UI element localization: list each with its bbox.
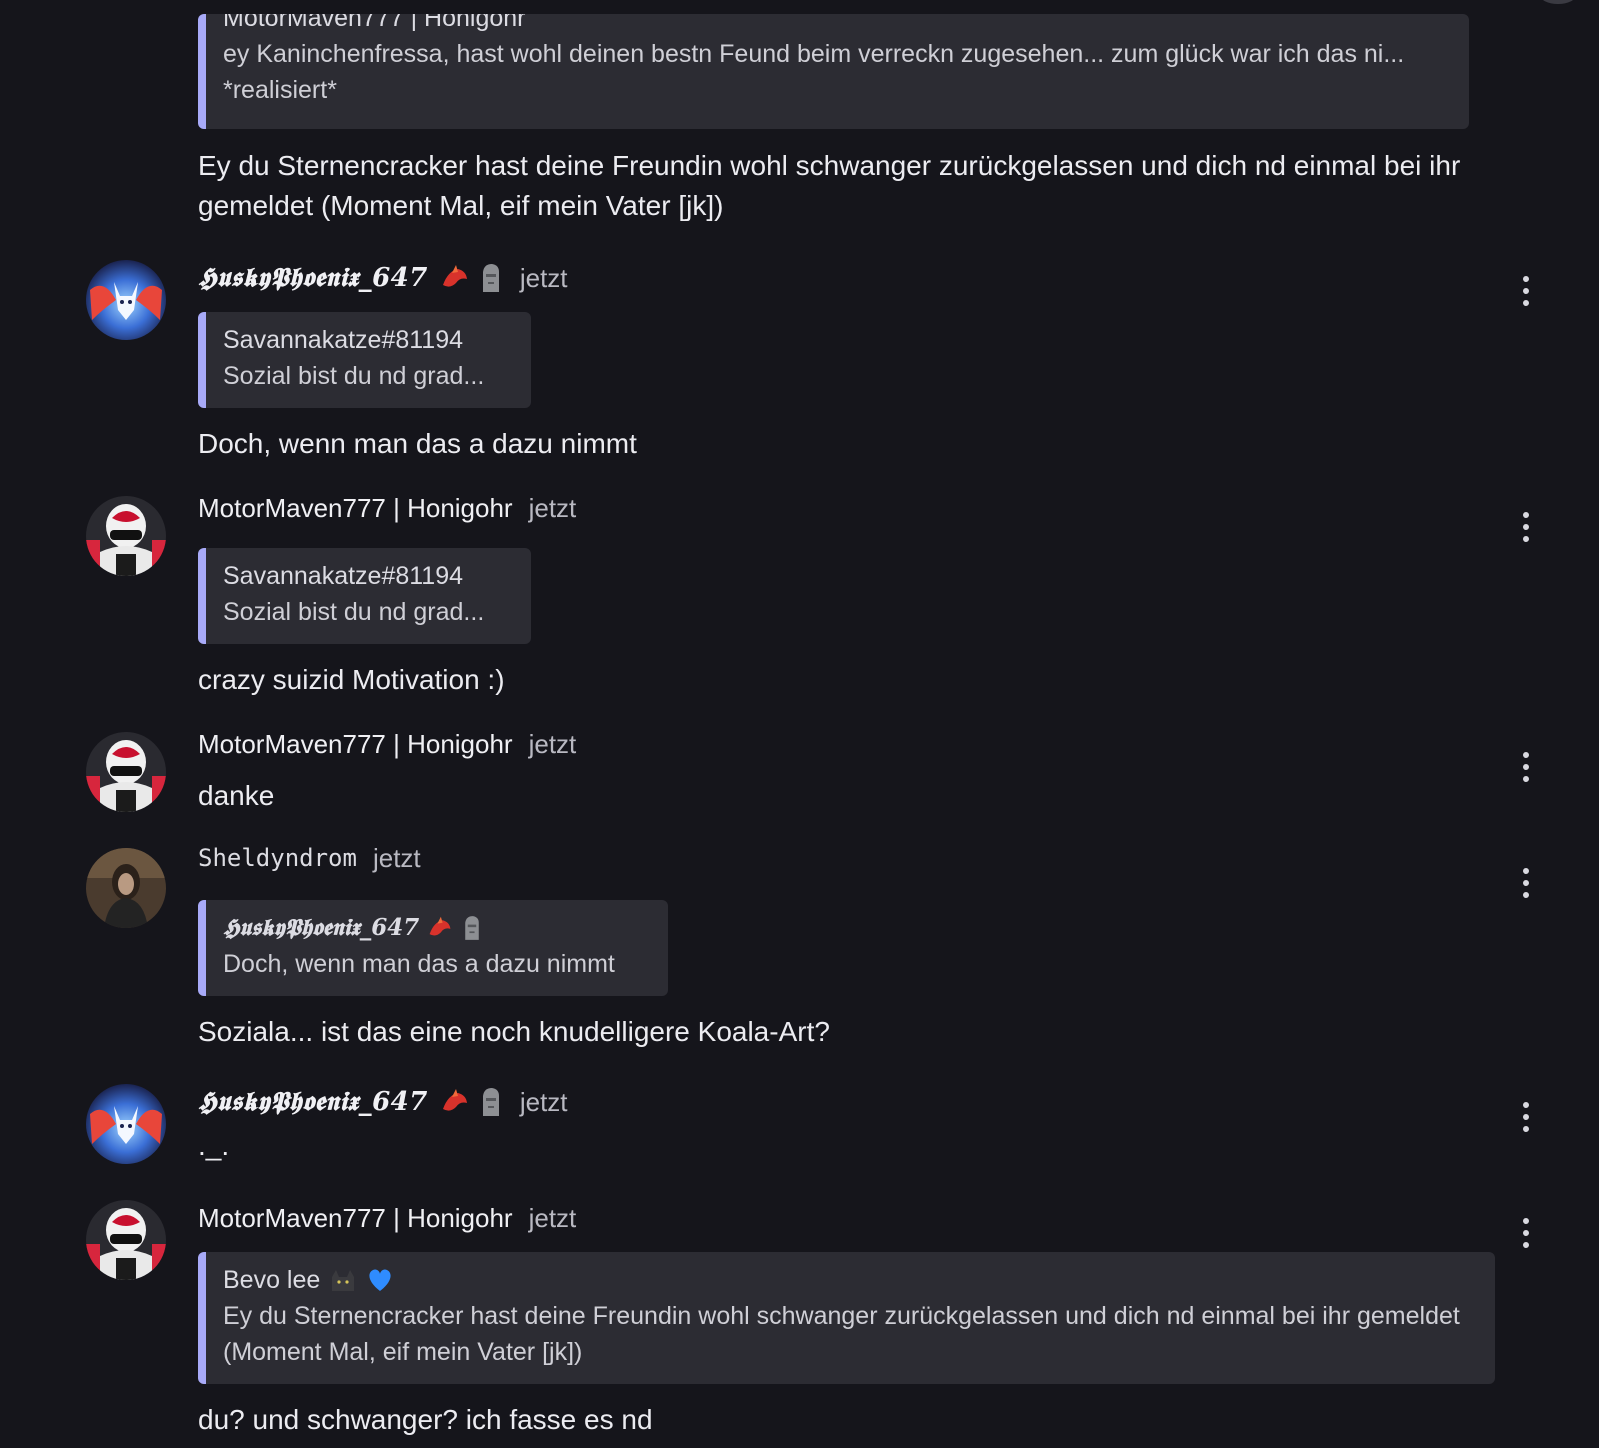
blue-heart-emoji-icon <box>369 1269 391 1291</box>
message-text: Soziala... ist das eine noch knudelliger… <box>198 1016 830 1047</box>
reply-quote[interactable]: 𝕳𝖚𝖘𝖐𝖞𝕻𝖍𝖔𝖊𝖓𝖎𝖝_647 Doch, wenn man das a da… <box>198 900 668 996</box>
message-header: MotorMaven777 | Honigohr jetzt <box>198 726 576 762</box>
quote-text: Sozial bist du nd grad... <box>223 362 485 390</box>
moai-emoji-icon <box>465 916 480 940</box>
moai-emoji-icon <box>482 264 499 292</box>
message-text: Ey du Sternencracker hast deine Freundin… <box>198 150 1461 221</box>
avatar[interactable] <box>86 848 166 928</box>
message-header: 𝕳𝖚𝖘𝖐𝖞𝕻𝖍𝖔𝖊𝖓𝖎𝖝_647 jetzt <box>198 260 568 296</box>
timestamp: jetzt <box>519 1086 568 1117</box>
author-name[interactable]: 𝕳𝖚𝖘𝖐𝖞𝕻𝖍𝖔𝖊𝖓𝖎𝖝_647 <box>198 263 428 294</box>
husky-phoenix-avatar-icon <box>86 1084 166 1164</box>
quote-author: Bevo lee <box>223 1262 1479 1298</box>
timestamp: jetzt <box>528 728 577 759</box>
quote-author-name: Bevo lee <box>223 1266 321 1294</box>
more-options-icon[interactable] <box>1516 1102 1536 1132</box>
author-name[interactable]: 𝕳𝖚𝖘𝖐𝖞𝕻𝖍𝖔𝖊𝖓𝖎𝖝_647 <box>198 1087 428 1118</box>
quote-author: 𝕳𝖚𝖘𝖐𝖞𝕻𝖍𝖔𝖊𝖓𝖎𝖝_647 <box>223 910 652 946</box>
timestamp: jetzt <box>528 492 577 523</box>
person-photo-avatar-icon <box>86 848 166 928</box>
author-badges <box>440 1086 504 1118</box>
reply-quote[interactable]: Bevo lee Ey du Sternencracker hast deine… <box>198 1252 1495 1384</box>
husky-phoenix-avatar-icon <box>86 260 166 340</box>
author-badges <box>440 262 504 294</box>
more-options-icon[interactable] <box>1516 1218 1536 1248</box>
message-header: Sheldyndrom jetzt <box>198 840 421 876</box>
quote-author: MotorMaven777 | Honigohr <box>223 14 526 32</box>
reply-quote[interactable]: Savannakatze#81194 Sozial bist du nd gra… <box>198 548 531 644</box>
author-name[interactable]: MotorMaven777 | Honigohr <box>198 1203 513 1234</box>
avatar[interactable] <box>86 732 166 812</box>
message-text: du? und schwanger? ich fasse es nd <box>198 1404 653 1435</box>
dragon-emoji-icon <box>442 265 467 287</box>
racing-helmet-avatar-icon <box>86 732 166 812</box>
message-text: Doch, wenn man das a dazu nimmt <box>198 428 637 459</box>
message-header: 𝕳𝖚𝖘𝖐𝖞𝕻𝖍𝖔𝖊𝖓𝖎𝖝_647 jetzt <box>198 1084 568 1120</box>
message-text: danke <box>198 780 275 811</box>
message-header: MotorMaven777 | Honigohr jetzt <box>198 490 576 526</box>
cat-emoji-icon <box>332 1270 355 1291</box>
quote-author: Savannakatze#81194 <box>223 562 464 590</box>
avatar[interactable] <box>86 1084 166 1164</box>
timestamp: jetzt <box>528 1202 577 1233</box>
more-options-icon[interactable] <box>1516 868 1536 898</box>
quote-text: ey Kaninchenfressa, hast wohl deinen bes… <box>223 40 1405 104</box>
reply-quote[interactable]: Savannakatze#81194 Sozial bist du nd gra… <box>198 312 531 408</box>
avatar[interactable] <box>86 496 166 576</box>
avatar[interactable] <box>86 1200 166 1280</box>
quote-text: Ey du Sternencracker hast deine Freundin… <box>223 1302 1460 1366</box>
message-text: ._. <box>198 1130 230 1161</box>
quote-author-name: 𝕳𝖚𝖘𝖐𝖞𝕻𝖍𝖔𝖊𝖓𝖎𝖝_647 <box>223 914 420 941</box>
more-options-icon[interactable] <box>1516 512 1536 542</box>
quote-text: Sozial bist du nd grad... <box>223 598 485 626</box>
moai-emoji-icon <box>482 1088 499 1116</box>
quote-text: Doch, wenn man das a dazu nimmt <box>223 950 615 978</box>
author-name[interactable]: MotorMaven777 | Honigohr <box>198 493 513 524</box>
scroll-indicator <box>1540 0 1576 4</box>
timestamp: jetzt <box>519 262 568 293</box>
racing-helmet-avatar-icon <box>86 496 166 576</box>
reply-quote[interactable]: MotorMaven777 | Honigohr ey Kaninchenfre… <box>198 14 1469 129</box>
dragon-emoji-icon <box>429 916 451 936</box>
message-text: crazy suizid Motivation :) <box>198 664 505 695</box>
avatar[interactable] <box>86 260 166 340</box>
more-options-icon[interactable] <box>1516 752 1536 782</box>
message-header: MotorMaven777 | Honigohr jetzt <box>198 1200 576 1236</box>
more-options-icon[interactable] <box>1516 276 1536 306</box>
author-name[interactable]: Sheldyndrom <box>198 844 357 872</box>
chat-thread: MotorMaven777 | Honigohr ey Kaninchenfre… <box>0 0 1599 1448</box>
timestamp: jetzt <box>372 842 421 873</box>
dragon-emoji-icon <box>442 1089 467 1111</box>
author-name[interactable]: MotorMaven777 | Honigohr <box>198 729 513 760</box>
quote-author: Savannakatze#81194 <box>223 326 464 354</box>
racing-helmet-avatar-icon <box>86 1200 166 1280</box>
